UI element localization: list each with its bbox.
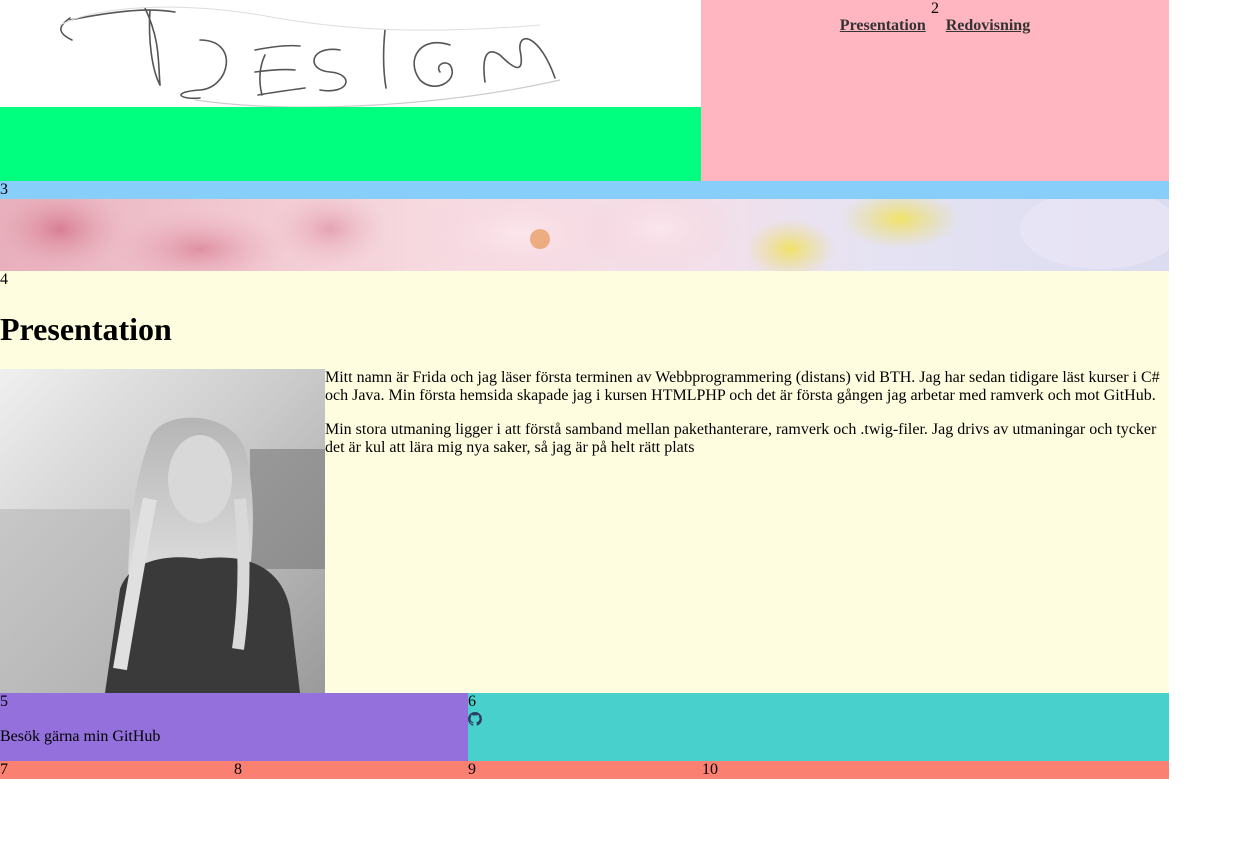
nav-link-redovisning[interactable]: Redovisning [946,17,1030,34]
paragraph: Min stora utmaning ligger i att förstå s… [325,421,1157,456]
github-invite-text: Besök gärna min GitHub [0,728,161,745]
portrait-image [0,369,325,693]
page-title: Presentation [0,311,172,347]
region-number: 2 [931,0,939,17]
region-number: 4 [0,271,8,288]
bottom-bar: 7 8 9 10 [0,761,1169,779]
paragraph: Mitt namn är Frida och jag läser första … [325,369,1160,404]
region-number: 9 [468,761,476,778]
logo [0,0,701,107]
flower-banner-image [0,199,1169,271]
region-number: 5 [0,693,8,710]
region-number: 8 [234,761,242,778]
main-nav: Presentation Redovisning [701,17,1169,35]
banner-label-strip: 3 [0,181,1169,199]
footer-left-panel: 5 Besök gärna min GitHub [0,693,468,761]
design-script-logo [59,6,561,107]
nav-link-presentation[interactable]: Presentation [840,17,926,34]
green-panel [0,107,701,181]
region-number: 7 [0,761,8,778]
portrait-photo [0,369,325,693]
presentation-text: Mitt namn är Frida och jag läser första … [325,369,1165,473]
region-number: 3 [0,181,8,198]
github-icon[interactable] [468,712,482,726]
header-nav-panel: 2 Presentation Redovisning [701,0,1169,181]
footer-right-panel: 6 [468,693,1169,761]
cherry-blossom-image [0,199,1169,271]
region-number: 10 [702,761,718,778]
region-number: 6 [468,693,476,710]
presentation-section: 4 Presentation Mitt namn är Frida och ja… [0,271,1169,693]
